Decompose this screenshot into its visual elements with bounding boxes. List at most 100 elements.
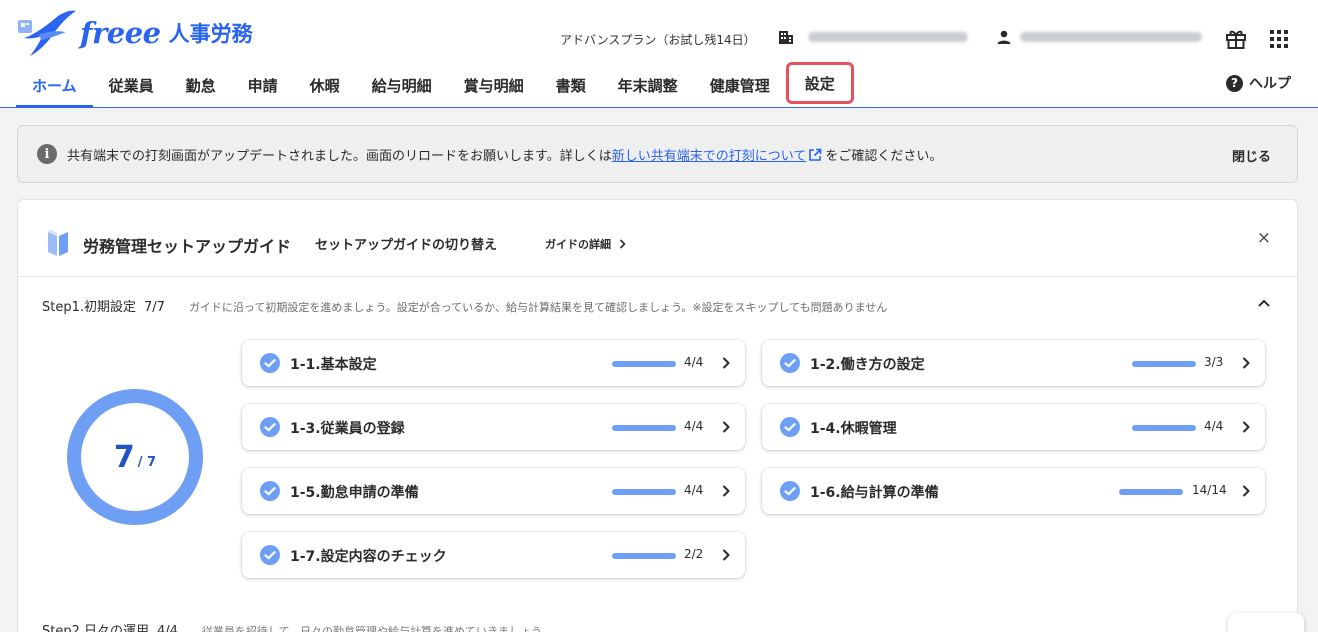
task-label: 1-1.基本設定 — [290, 357, 377, 373]
step1-description: ガイドに沿って初期設定を進めましょう。設定が合っているか、給与計算結果を見て確認… — [188, 301, 888, 314]
progress-total: / 7 — [137, 454, 157, 470]
step1-header[interactable]: Step1.初期設定 7/7 ガイドに沿って初期設定を進めましょう。設定が合って… — [42, 296, 887, 315]
task-label: 1-5.勤怠申請の準備 — [290, 485, 419, 501]
nav-payslips[interactable]: 給与明細 — [356, 64, 448, 107]
app-header: freee 人事労務 アドバンスプラン（お試し残14日） ホーム 従業員 勤怠 … — [0, 0, 1318, 108]
check-circle-icon — [260, 545, 280, 565]
check-circle-icon — [260, 353, 280, 373]
chevron-up-icon[interactable] — [1257, 296, 1271, 310]
info-icon: i — [37, 144, 57, 164]
check-circle-icon — [780, 481, 800, 501]
task-label: 1-4.休暇管理 — [810, 421, 897, 437]
user-menu[interactable] — [996, 29, 1202, 45]
check-circle-icon — [780, 417, 800, 437]
task-count: 4/4 — [684, 419, 704, 433]
nav-home[interactable]: ホーム — [16, 64, 93, 108]
guide-detail-label: ガイドの詳細 — [545, 238, 611, 251]
nav-health-management[interactable]: 健康管理 — [694, 64, 778, 107]
chevron-right-icon — [1242, 485, 1250, 497]
nav-bonus-slips[interactable]: 賞与明細 — [448, 64, 540, 107]
task-progress-fill — [1119, 489, 1183, 495]
task-tile[interactable]: 1-6.給与計算の準備 14/14 — [762, 468, 1265, 514]
setup-guide-header: 労務管理セットアップガイド セットアップガイドの切り替え ガイドの詳細 × — [18, 200, 1297, 277]
task-count: 14/14 — [1192, 483, 1227, 497]
task-progress-bar — [612, 361, 676, 367]
gift-icon[interactable] — [1225, 28, 1247, 50]
task-progress-fill — [1132, 361, 1196, 367]
company-name-redacted — [808, 32, 968, 42]
task-label: 1-6.給与計算の準備 — [810, 485, 939, 501]
notice-text: 共有端末での打刻画面がアップデートされました。画面のリロードをお願いします。詳し… — [67, 145, 942, 164]
nav-leave[interactable]: 休暇 — [294, 64, 356, 107]
task-label: 1-3.従業員の登録 — [290, 421, 405, 437]
chevron-right-icon — [1242, 357, 1250, 369]
task-progress-fill — [1132, 425, 1196, 431]
task-tile[interactable]: 1-2.働き方の設定 3/3 — [762, 340, 1265, 386]
nav-year-end-adjustment[interactable]: 年末調整 — [602, 64, 694, 107]
check-circle-icon — [780, 353, 800, 373]
external-link-icon[interactable] — [808, 148, 822, 162]
step2-header[interactable]: Step2.日々の運用 4/4 従業員を招待して、日々の勤怠管理や給与計算を進め… — [42, 620, 552, 632]
chevron-right-icon — [1242, 421, 1250, 433]
notice-text-before: 共有端末での打刻画面がアップデートされました。画面のリロードをお願いします。詳し… — [67, 148, 612, 164]
step1-title: Step1.初期設定 — [42, 300, 137, 315]
chevron-right-icon — [722, 357, 730, 369]
chevron-right-icon — [722, 549, 730, 561]
task-progress-bar — [1132, 425, 1196, 431]
task-tile[interactable]: 1-4.休暇管理 4/4 — [762, 404, 1265, 450]
task-tile[interactable]: 1-3.従業員の登録 4/4 — [242, 404, 745, 450]
check-circle-icon — [260, 417, 280, 437]
help-link[interactable]: ? ヘルプ — [1226, 73, 1291, 93]
help-icon: ? — [1226, 74, 1243, 92]
guide-close-button[interactable]: × — [1257, 228, 1271, 248]
setup-guide-card: 労務管理セットアップガイド セットアップガイドの切り替え ガイドの詳細 × St… — [17, 199, 1298, 632]
notice-text-after: をご確認ください。 — [825, 148, 943, 164]
update-notice: i 共有端末での打刻画面がアップデートされました。画面のリロードをお願いします。… — [17, 125, 1298, 183]
building-icon — [779, 31, 793, 44]
progress-done: 7 — [113, 439, 135, 475]
task-progress-fill — [612, 361, 676, 367]
check-circle-icon — [260, 481, 280, 501]
chevron-right-icon — [722, 421, 730, 433]
plan-status[interactable]: アドバンスプラン（お試し残14日） — [560, 31, 756, 48]
step1-progress-label: 7 / 7 — [65, 387, 205, 527]
nav-employees[interactable]: 従業員 — [93, 64, 170, 107]
task-progress-fill — [612, 489, 676, 495]
logo-text: freee — [80, 16, 161, 50]
task-progress-bar — [612, 553, 676, 559]
grid-icon[interactable] — [1270, 30, 1288, 48]
nav-requests[interactable]: 申請 — [232, 64, 294, 107]
nav-settings[interactable]: 設定 — [785, 62, 854, 104]
task-tile[interactable]: 1-7.設定内容のチェック 2/2 — [242, 532, 745, 578]
task-progress-bar — [612, 425, 676, 431]
task-count: 4/4 — [1204, 419, 1224, 433]
bird-logo-icon — [18, 10, 76, 56]
task-label: 1-2.働き方の設定 — [810, 357, 925, 373]
step2-count: 4/4 — [157, 624, 178, 632]
floating-widget[interactable] — [1228, 613, 1304, 632]
guide-switch-button[interactable]: セットアップガイドの切り替え — [315, 234, 497, 253]
person-icon — [997, 30, 1011, 44]
chevron-right-icon — [619, 239, 626, 249]
step2-description: 従業員を招待して、日々の勤怠管理や給与計算を進めていきましょう。 — [201, 625, 553, 632]
task-progress-bar — [1119, 489, 1183, 495]
nav-attendance[interactable]: 勤怠 — [170, 64, 232, 107]
notice-link[interactable]: 新しい共有端末での打刻について — [612, 149, 807, 164]
task-count: 3/3 — [1204, 355, 1224, 369]
step1-count: 7/7 — [144, 300, 165, 315]
notice-close-button[interactable]: 閉じる — [1232, 146, 1271, 165]
task-progress-fill — [612, 425, 676, 431]
task-tile[interactable]: 1-5.勤怠申請の準備 4/4 — [242, 468, 745, 514]
task-count: 4/4 — [684, 355, 704, 369]
task-count: 2/2 — [684, 547, 704, 561]
task-label: 1-7.設定内容のチェック — [290, 549, 447, 565]
freee-logo[interactable]: freee 人事労務 — [16, 8, 276, 58]
book-icon — [48, 229, 68, 256]
task-tile[interactable]: 1-1.基本設定 4/4 — [242, 340, 745, 386]
user-email-redacted — [1020, 32, 1202, 42]
step2-title: Step2.日々の運用 — [42, 624, 150, 632]
guide-detail-link[interactable]: ガイドの詳細 — [545, 236, 626, 252]
company-switcher[interactable] — [778, 29, 968, 45]
nav-documents[interactable]: 書類 — [540, 64, 602, 107]
help-label: ヘルプ — [1249, 76, 1291, 92]
